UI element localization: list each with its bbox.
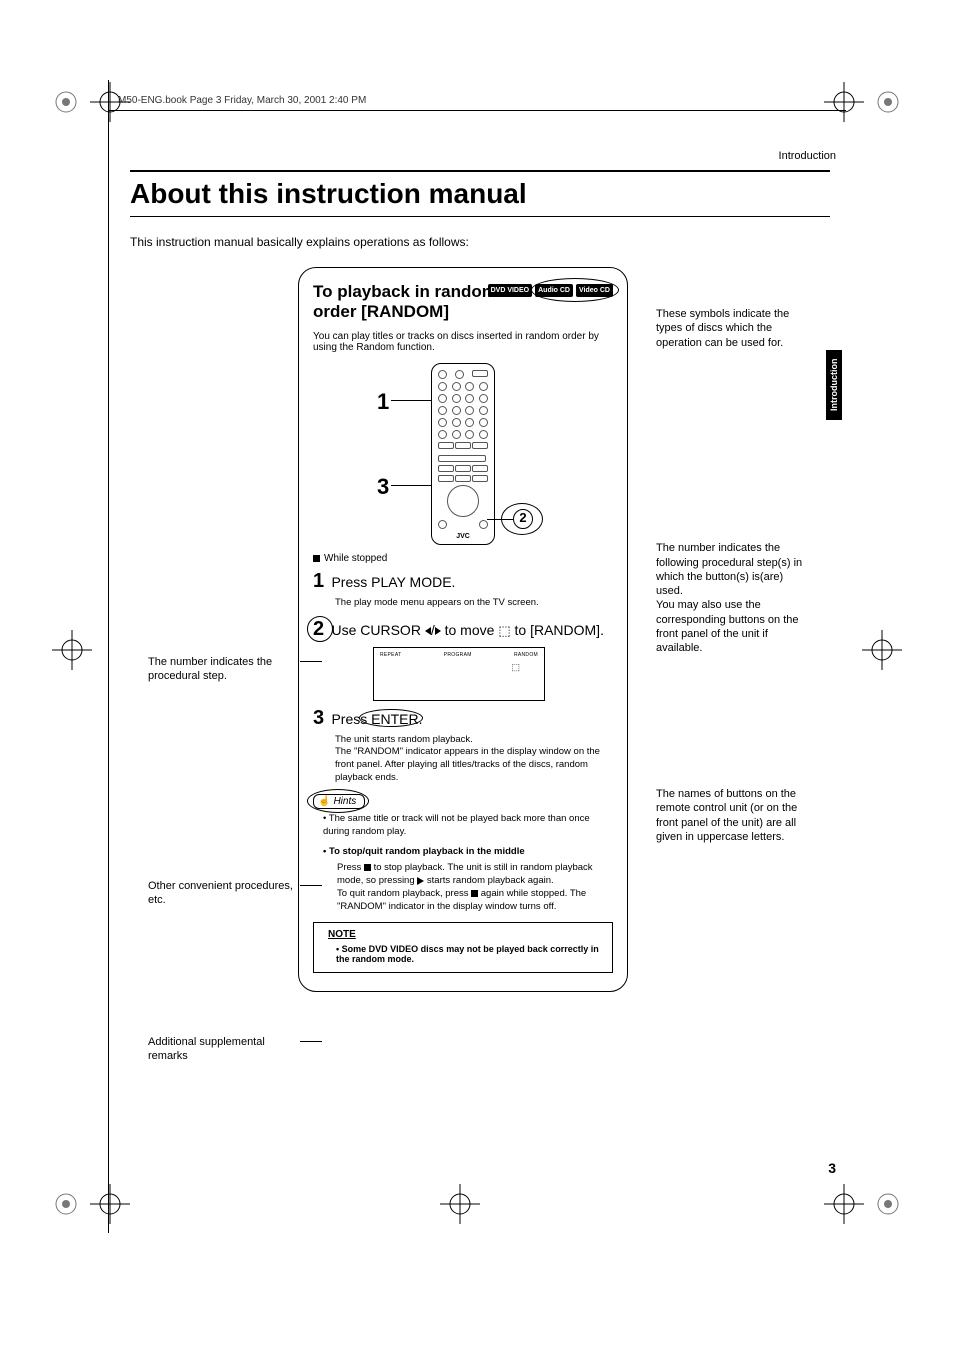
callout-additional-remarks: Additional supplemental remarks: [148, 1036, 265, 1062]
stop-icon: [364, 864, 371, 871]
frame-left-rule: [108, 80, 109, 1233]
step-num-3: 3: [313, 707, 324, 730]
header-rule: [108, 110, 846, 111]
crop-mark-icon: [52, 1190, 80, 1221]
sample-condition: While stopped: [313, 553, 613, 564]
disc-badge-dvd: DVD VIDEO: [488, 284, 533, 297]
remote-brand: JVC: [432, 533, 494, 540]
sub-proc-body-2: To quit random playback, press again whi…: [337, 888, 613, 914]
page-number: 3: [828, 1160, 836, 1176]
callout-oval-icon: [501, 503, 543, 535]
note-box: NOTE Some DVD VIDEO discs may not be pla…: [313, 922, 613, 973]
step-detail-3: The unit starts random playback. The "RA…: [335, 734, 613, 785]
sample-intro: You can play titles or tracks on discs i…: [313, 331, 613, 353]
callout-oval-icon: [307, 616, 333, 642]
crop-mark-icon: [862, 630, 902, 673]
hints-body: The same title or track will not be play…: [323, 813, 613, 839]
title-rule-bottom: [130, 216, 830, 217]
remote-control-illustration: JVC: [431, 363, 495, 545]
callout-remote-step-num: The number indicates the following proce…: [656, 542, 802, 654]
sub-proc-body-1: Press to stop playback. The unit is stil…: [337, 862, 613, 888]
note-body: Some DVD VIDEO discs may not be played b…: [336, 944, 604, 964]
page-title: About this instruction manual: [130, 178, 830, 210]
step-text-1: Press PLAY MODE.: [331, 574, 455, 590]
sample-title: To playback in random order [RANDOM]: [313, 282, 513, 323]
callout-oval-icon: [359, 709, 423, 727]
framemark-header: M50-ENG.book Page 3 Friday, March 30, 20…: [118, 95, 366, 106]
crop-mark-icon: [874, 88, 902, 119]
mini-tab-random: RANDOM: [514, 652, 538, 658]
step-detail-1: The play mode menu appears on the TV scr…: [335, 597, 613, 610]
crop-mark-icon: [440, 1184, 480, 1227]
callout-button-names: The names of buttons on the remote contr…: [656, 788, 797, 843]
mini-tab-repeat: REPEAT: [380, 652, 401, 658]
cursor-left-icon: [425, 627, 431, 635]
intro-sentence: This instruction manual basically explai…: [130, 235, 830, 249]
remote-marker-1: 1: [377, 389, 389, 415]
title-rule-top: [130, 170, 830, 172]
callout-disc-symbols: These symbols indicate the types of disc…: [656, 308, 789, 349]
cursor-pointer-icon: ⬚: [498, 623, 510, 639]
step-text-2: Use CURSOR / to move ⬚ to [RANDOM].: [331, 622, 604, 638]
sample-operation-box: To playback in random order [RANDOM] DVD…: [298, 267, 628, 992]
crop-mark-icon: [52, 88, 80, 119]
step-num-1: 1: [313, 570, 324, 593]
cursor-pointer-icon: ⬚: [511, 662, 520, 673]
crop-mark-icon: [90, 1184, 130, 1227]
sub-proc-title: To stop/quit random playback in the midd…: [323, 846, 613, 859]
mini-tab-program: PROGRAM: [444, 652, 472, 658]
crop-mark-icon: [824, 1184, 864, 1227]
callout-oval-icon: [531, 278, 619, 302]
crop-mark-icon: [824, 82, 864, 125]
mini-screen: REPEAT PROGRAM RANDOM ⬚: [373, 647, 545, 701]
crop-mark-icon: [874, 1190, 902, 1221]
callout-other-conv: Other convenient procedures, etc.: [148, 880, 293, 906]
note-title: NOTE: [328, 929, 604, 940]
remote-marker-3: 3: [377, 474, 389, 500]
crop-mark-icon: [52, 630, 92, 673]
callout-oval-icon: [307, 789, 369, 813]
callout-proc-step: The number indicates the procedural step…: [148, 656, 272, 682]
